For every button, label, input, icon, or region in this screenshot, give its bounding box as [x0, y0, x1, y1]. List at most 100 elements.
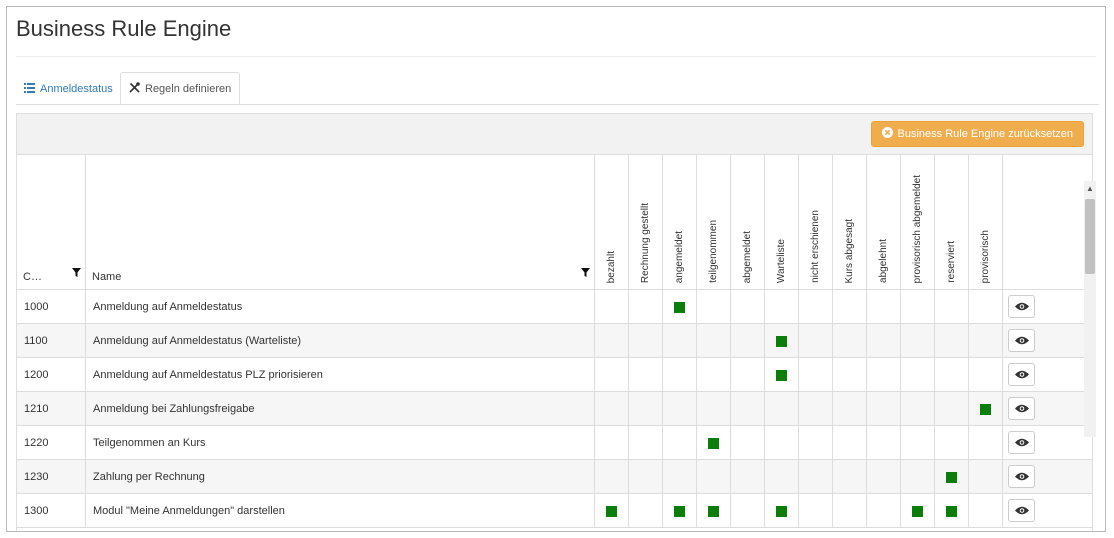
status-cell[interactable]: [833, 358, 867, 391]
status-cell[interactable]: [901, 426, 935, 459]
status-cell[interactable]: [697, 358, 731, 391]
status-cell[interactable]: [799, 494, 833, 527]
status-cell[interactable]: [595, 324, 629, 357]
status-cell[interactable]: [629, 358, 663, 391]
status-cell[interactable]: [867, 324, 901, 357]
status-cell[interactable]: [969, 460, 1003, 493]
status-cell[interactable]: [969, 324, 1003, 357]
status-cell[interactable]: [629, 494, 663, 527]
status-cell[interactable]: [697, 392, 731, 425]
column-header-name[interactable]: Name: [86, 154, 595, 289]
status-cell[interactable]: [901, 324, 935, 357]
status-cell[interactable]: [833, 324, 867, 357]
status-cell[interactable]: [901, 358, 935, 391]
status-cell[interactable]: [833, 494, 867, 527]
status-cell[interactable]: [867, 392, 901, 425]
status-cell[interactable]: [833, 392, 867, 425]
status-cell[interactable]: [731, 494, 765, 527]
view-rule-button[interactable]: [1008, 499, 1035, 522]
status-cell[interactable]: [765, 290, 799, 323]
status-cell[interactable]: [935, 324, 969, 357]
column-header-label: reserviert: [945, 241, 957, 283]
view-rule-button[interactable]: [1008, 431, 1035, 454]
status-cell[interactable]: [969, 494, 1003, 527]
table-row[interactable]: 1210 Anmeldung bei Zahlungsfreigabe: [17, 392, 1092, 426]
status-cell[interactable]: [901, 290, 935, 323]
status-cell[interactable]: [629, 426, 663, 459]
table-row[interactable]: 1200 Anmeldung auf Anmeldestatus PLZ prio…: [17, 358, 1092, 392]
status-cell[interactable]: [935, 290, 969, 323]
view-rule-button[interactable]: [1008, 363, 1035, 386]
status-cell[interactable]: [731, 324, 765, 357]
view-rule-button[interactable]: [1008, 397, 1035, 420]
filter-icon[interactable]: [72, 264, 81, 282]
table-row[interactable]: 1000 Anmeldung auf Anmeldestatus: [17, 290, 1092, 324]
status-cell[interactable]: [867, 358, 901, 391]
tab-anmeldestatus[interactable]: Anmeldestatus: [16, 73, 121, 105]
scroll-thumb[interactable]: [1085, 199, 1095, 274]
status-cell[interactable]: [731, 392, 765, 425]
status-cell[interactable]: [663, 392, 697, 425]
status-cell[interactable]: [799, 290, 833, 323]
status-cell[interactable]: [799, 426, 833, 459]
status-cell[interactable]: [629, 460, 663, 493]
status-cell[interactable]: [731, 460, 765, 493]
status-cell[interactable]: [595, 290, 629, 323]
status-cell[interactable]: [663, 358, 697, 391]
filter-icon[interactable]: [581, 264, 590, 282]
status-cell[interactable]: [969, 358, 1003, 391]
table-row[interactable]: 1230 Zahlung per Rechnung: [17, 460, 1092, 494]
status-cell[interactable]: [901, 460, 935, 493]
status-cell[interactable]: [799, 460, 833, 493]
status-cell[interactable]: [697, 324, 731, 357]
status-cell[interactable]: [867, 460, 901, 493]
tab-regeln-definieren[interactable]: Regeln definieren: [120, 72, 241, 105]
status-cell[interactable]: [901, 392, 935, 425]
status-cell[interactable]: [765, 460, 799, 493]
status-cell[interactable]: [935, 426, 969, 459]
view-rule-button[interactable]: [1008, 465, 1035, 488]
status-cell[interactable]: [595, 358, 629, 391]
status-cell[interactable]: [765, 392, 799, 425]
status-cell[interactable]: [629, 392, 663, 425]
status-cell[interactable]: [629, 290, 663, 323]
status-cell[interactable]: [595, 392, 629, 425]
view-rule-button[interactable]: [1008, 329, 1035, 352]
status-cell[interactable]: [629, 324, 663, 357]
status-cell[interactable]: [595, 426, 629, 459]
status-cell[interactable]: [663, 426, 697, 459]
column-header-code[interactable]: C…: [17, 154, 86, 289]
status-cell[interactable]: [731, 426, 765, 459]
status-cell[interactable]: [867, 494, 901, 527]
vertical-scrollbar[interactable]: ▲: [1084, 181, 1096, 437]
status-cell[interactable]: [697, 460, 731, 493]
status-cell[interactable]: [935, 358, 969, 391]
table-row[interactable]: 1100 Anmeldung auf Anmeldestatus (Warteli…: [17, 324, 1092, 358]
eye-icon: [1014, 332, 1029, 350]
reset-engine-button[interactable]: Business Rule Engine zurücksetzen: [870, 121, 1084, 147]
status-cell[interactable]: [731, 358, 765, 391]
status-cell[interactable]: [799, 324, 833, 357]
status-cell[interactable]: [833, 460, 867, 493]
status-cell[interactable]: [969, 426, 1003, 459]
status-cell[interactable]: [833, 290, 867, 323]
status-cell[interactable]: [663, 324, 697, 357]
status-cell[interactable]: [867, 290, 901, 323]
status-cell[interactable]: [969, 290, 1003, 323]
status-cell[interactable]: [663, 460, 697, 493]
view-rule-button[interactable]: [1008, 295, 1035, 318]
status-cell[interactable]: [867, 426, 901, 459]
status-cell[interactable]: [935, 392, 969, 425]
table-row[interactable]: 1220 Teilgenommen an Kurs: [17, 426, 1092, 460]
eye-icon: [1014, 366, 1029, 384]
table-row[interactable]: 1300 Modul "Meine Anmeldungen" darstellen: [17, 494, 1092, 528]
status-cell[interactable]: [799, 392, 833, 425]
status-cell[interactable]: [697, 290, 731, 323]
status-cell[interactable]: [765, 426, 799, 459]
scroll-up-icon[interactable]: ▲: [1086, 184, 1094, 193]
status-cell[interactable]: [799, 358, 833, 391]
status-cell[interactable]: [731, 290, 765, 323]
column-header-label: bezahlt: [605, 250, 617, 283]
status-cell[interactable]: [833, 426, 867, 459]
status-cell[interactable]: [595, 460, 629, 493]
